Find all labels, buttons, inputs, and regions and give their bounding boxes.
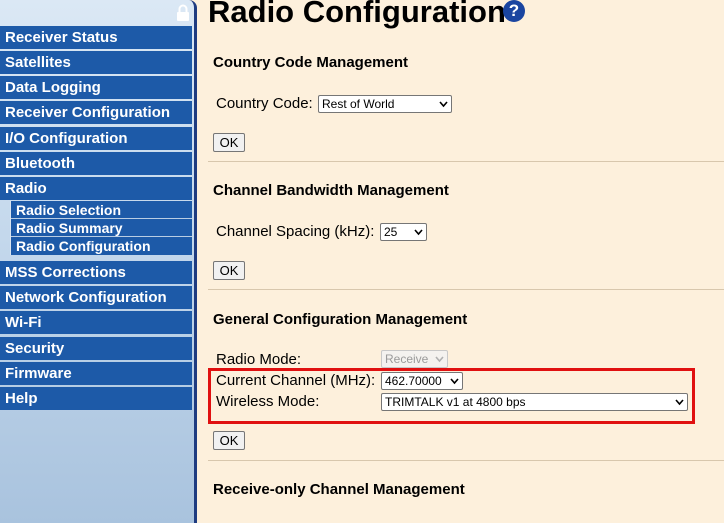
- radio-mode-value: Receive: [385, 352, 429, 366]
- sidebar-item-help[interactable]: Help: [0, 387, 192, 410]
- channel-spacing-ok-button[interactable]: OK: [213, 261, 245, 280]
- section-title-channel-bandwidth: Channel Bandwidth Management: [213, 182, 449, 199]
- country-code-value: Rest of World: [322, 97, 395, 111]
- radio-mode-label: Radio Mode:: [216, 351, 302, 368]
- channel-spacing-select[interactable]: 25: [380, 223, 427, 241]
- section-title-country-code: Country Code Management: [213, 54, 409, 71]
- section-divider: [208, 161, 724, 162]
- section-divider: [208, 289, 724, 290]
- sidebar-item-radio[interactable]: Radio: [0, 177, 192, 200]
- general-config-ok-button[interactable]: OK: [213, 431, 245, 450]
- sidebar-item-receiver-status[interactable]: Receiver Status: [0, 26, 192, 49]
- sidebar-subitem-radio-configuration[interactable]: Radio Configuration: [11, 237, 192, 255]
- sidebar-item-satellites[interactable]: Satellites: [0, 51, 192, 74]
- radio-mode-select: Receive: [381, 350, 448, 368]
- chevron-down-icon: [414, 229, 423, 236]
- section-divider: [208, 460, 724, 461]
- highlight-box: [208, 368, 695, 424]
- sidebar-item-security[interactable]: Security: [0, 337, 192, 360]
- country-code-select[interactable]: Rest of World: [318, 95, 452, 113]
- lock-icon: [177, 4, 189, 21]
- page-title: Radio Configuration: [208, 0, 506, 29]
- sidebar-item-receiver-configuration[interactable]: Receiver Configuration: [0, 101, 192, 124]
- country-code-label: Country Code:: [216, 95, 313, 112]
- sidebar-item-data-logging[interactable]: Data Logging: [0, 76, 192, 99]
- sidebar-item-firmware[interactable]: Firmware: [0, 362, 192, 385]
- help-icon[interactable]: ?: [503, 0, 525, 22]
- section-title-general-configuration: General Configuration Management: [213, 311, 468, 328]
- sidebar-subitem-radio-selection[interactable]: Radio Selection: [11, 201, 192, 219]
- sidebar-item-bluetooth[interactable]: Bluetooth: [0, 152, 192, 175]
- sidebar-item-io-configuration[interactable]: I/O Configuration: [0, 127, 192, 150]
- sidebar-item-wifi[interactable]: Wi-Fi: [0, 311, 192, 334]
- channel-spacing-label: Channel Spacing (kHz):: [216, 223, 375, 240]
- country-code-ok-button[interactable]: OK: [213, 133, 245, 152]
- chevron-down-icon: [435, 356, 444, 363]
- sidebar-nav: Receiver Status Satellites Data Logging …: [0, 0, 197, 523]
- channel-spacing-value: 25: [384, 225, 398, 239]
- section-title-receive-only-channel: Receive-only Channel Management: [213, 481, 465, 498]
- sidebar-item-network-configuration[interactable]: Network Configuration: [0, 286, 192, 309]
- chevron-down-icon: [439, 101, 448, 108]
- radio-submenu: Radio Selection Radio Summary Radio Conf…: [10, 201, 192, 255]
- sidebar-subitem-radio-summary[interactable]: Radio Summary: [11, 219, 192, 237]
- sidebar-item-mss-corrections[interactable]: MSS Corrections: [0, 261, 192, 284]
